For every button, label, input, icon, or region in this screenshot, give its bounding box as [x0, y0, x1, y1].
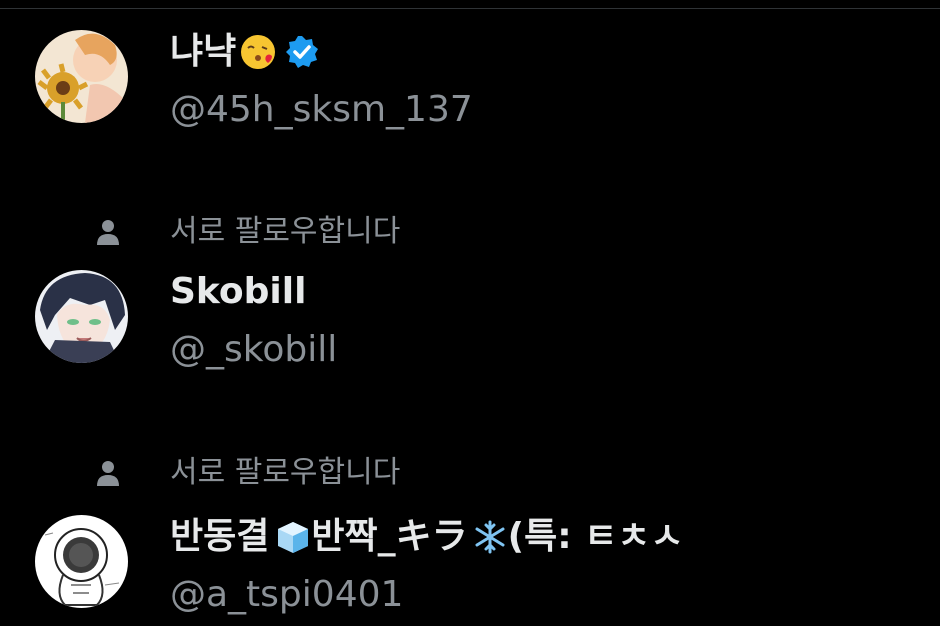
- top-divider: [0, 8, 940, 9]
- display-name-part3[interactable]: (특: ㅌㅊㅅ: [508, 515, 684, 559]
- avatar[interactable]: [35, 30, 128, 123]
- display-name-part1[interactable]: 반동결: [170, 515, 269, 559]
- avatar[interactable]: [35, 515, 128, 608]
- avatar[interactable]: [35, 270, 128, 363]
- user-cell[interactable]: Skobill @_skobill: [0, 270, 940, 380]
- display-name[interactable]: 냐냑: [170, 30, 236, 74]
- follow-status-text: 서로 팔로우합니다: [170, 455, 401, 490]
- user-handle[interactable]: @a_tspi0401: [170, 573, 403, 617]
- user-handle[interactable]: @_skobill: [170, 328, 337, 372]
- follow-status-text: 서로 팔로우합니다: [170, 214, 401, 249]
- mutual-follow-note: 서로 팔로우합니다: [0, 452, 600, 492]
- verified-badge-icon: [284, 34, 320, 70]
- user-cell[interactable]: 반동결 반짝_キラ (특: ㅌㅊㅅ @a_tspi0401: [0, 515, 940, 625]
- mutual-follow-note: 서로 팔로우합니다: [0, 211, 600, 251]
- ice-cube-icon: [275, 519, 311, 555]
- snowflake-icon: [472, 519, 508, 555]
- user-cell[interactable]: 냐냑 @45h_sksm_137: [0, 30, 940, 140]
- kissing-face-icon: [240, 34, 276, 70]
- user-handle[interactable]: @45h_sksm_137: [170, 88, 473, 132]
- person-icon: [93, 217, 123, 247]
- display-name-part2[interactable]: 반짝_キラ: [311, 515, 467, 559]
- person-icon: [93, 458, 123, 488]
- display-name[interactable]: Skobill: [170, 270, 306, 314]
